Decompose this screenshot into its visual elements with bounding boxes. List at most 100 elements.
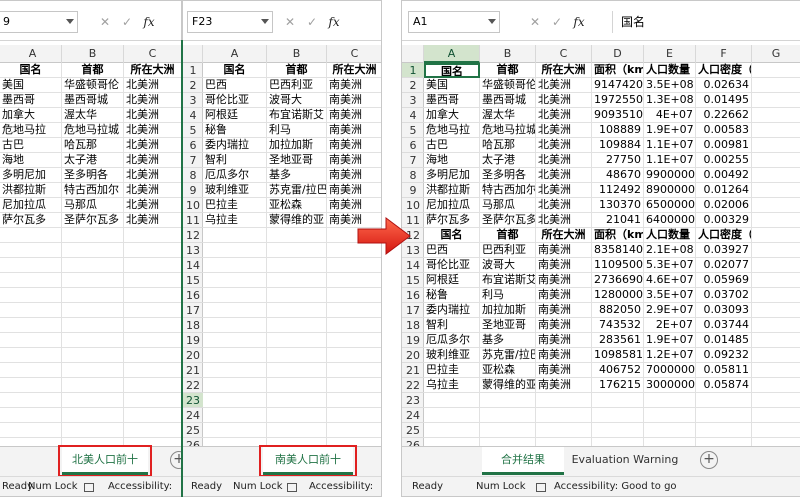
row-header[interactable]: 16 xyxy=(402,288,424,303)
table-cell[interactable]: 南美洲 xyxy=(327,138,381,153)
table-cell[interactable] xyxy=(696,408,752,423)
table-cell[interactable]: 首都 xyxy=(480,63,536,78)
table-cell[interactable]: 北美洲 xyxy=(124,138,181,153)
table-cell[interactable]: 743532 xyxy=(592,318,644,333)
table-cell[interactable]: 智利 xyxy=(203,153,267,168)
table-cell[interactable]: 巴西利亚 xyxy=(480,243,536,258)
table-cell[interactable] xyxy=(62,423,124,438)
table-cell[interactable]: 圣萨尔瓦多 xyxy=(480,213,536,228)
row-header[interactable]: 9 xyxy=(402,183,424,198)
row-header[interactable]: 2 xyxy=(402,78,424,93)
table-cell[interactable] xyxy=(203,288,267,303)
table-cell[interactable]: 危地马拉 xyxy=(424,123,480,138)
confirm-icon[interactable]: ✓ xyxy=(301,13,323,31)
table-cell[interactable]: 176215 xyxy=(592,378,644,393)
table-cell[interactable]: 哥伦比亚 xyxy=(424,258,480,273)
table-cell[interactable] xyxy=(0,228,62,243)
table-cell[interactable] xyxy=(752,198,800,213)
table-cell[interactable] xyxy=(0,273,62,288)
table-cell[interactable]: 美国 xyxy=(0,78,62,93)
table-cell[interactable]: 人口密度（km²/人） xyxy=(696,63,752,78)
row-header[interactable]: 14 xyxy=(183,258,203,273)
table-cell[interactable]: 多明尼加 xyxy=(424,168,480,183)
table-cell[interactable]: 1098581 xyxy=(592,348,644,363)
table-cell[interactable]: 委内瑞拉 xyxy=(424,303,480,318)
table-cell[interactable]: 北美洲 xyxy=(124,168,181,183)
row-header[interactable]: 20 xyxy=(402,348,424,363)
row-header[interactable]: 22 xyxy=(402,378,424,393)
table-cell[interactable] xyxy=(592,408,644,423)
column-header-g[interactable]: G xyxy=(752,45,800,63)
table-cell[interactable]: 北美洲 xyxy=(124,108,181,123)
table-cell[interactable] xyxy=(0,333,62,348)
table-cell[interactable] xyxy=(752,183,800,198)
table-cell[interactable]: 布宜诺斯艾 xyxy=(267,108,327,123)
table-cell[interactable] xyxy=(752,333,800,348)
table-cell[interactable] xyxy=(267,318,327,333)
table-cell[interactable]: 南美洲 xyxy=(327,123,381,138)
row-header[interactable]: 9 xyxy=(183,183,203,198)
insert-function-icon[interactable]: fx xyxy=(138,13,160,31)
table-cell[interactable] xyxy=(327,318,381,333)
table-cell[interactable] xyxy=(327,363,381,378)
row-header[interactable]: 21 xyxy=(402,363,424,378)
table-cell[interactable] xyxy=(124,303,181,318)
table-cell[interactable] xyxy=(644,423,696,438)
table-cell[interactable]: 北美洲 xyxy=(124,183,181,198)
table-cell[interactable] xyxy=(752,153,800,168)
status-accessibility[interactable]: Accessibility: xyxy=(108,480,172,494)
table-cell[interactable]: 0.09232 xyxy=(696,348,752,363)
table-cell[interactable]: 0.02006 xyxy=(696,198,752,213)
row-header[interactable]: 10 xyxy=(183,198,203,213)
table-cell[interactable] xyxy=(267,348,327,363)
table-cell[interactable]: 面积（km²） xyxy=(592,63,644,78)
table-cell[interactable]: 海地 xyxy=(0,153,62,168)
confirm-icon[interactable]: ✓ xyxy=(116,13,138,31)
table-cell[interactable]: 北美洲 xyxy=(536,213,592,228)
table-cell[interactable]: 加拿大 xyxy=(424,108,480,123)
table-cell[interactable] xyxy=(62,228,124,243)
table-cell[interactable]: 南美洲 xyxy=(536,243,592,258)
chevron-down-icon[interactable] xyxy=(488,19,496,24)
table-cell[interactable]: 马那瓜 xyxy=(480,198,536,213)
cancel-icon[interactable]: ✕ xyxy=(279,13,301,31)
table-cell[interactable]: 北美洲 xyxy=(536,138,592,153)
table-cell[interactable]: 8358140 xyxy=(592,243,644,258)
table-cell[interactable] xyxy=(203,378,267,393)
table-cell[interactable] xyxy=(62,303,124,318)
table-cell[interactable]: 北美洲 xyxy=(124,198,181,213)
table-cell[interactable]: 0.00583 xyxy=(696,123,752,138)
column-header-e[interactable]: E xyxy=(644,45,696,63)
table-cell[interactable] xyxy=(424,408,480,423)
table-cell[interactable]: 华盛顿哥伦 xyxy=(62,78,124,93)
table-cell[interactable] xyxy=(124,423,181,438)
table-cell[interactable] xyxy=(536,393,592,408)
table-cell[interactable]: 首都 xyxy=(62,63,124,78)
table-cell[interactable] xyxy=(327,258,381,273)
table-cell[interactable] xyxy=(480,408,536,423)
column-header-a[interactable]: A xyxy=(424,45,480,63)
formula-input[interactable]: 国名 xyxy=(612,11,798,33)
table-cell[interactable]: 所在大洲 xyxy=(536,63,592,78)
table-cell[interactable]: 利马 xyxy=(480,288,536,303)
table-cell[interactable] xyxy=(124,378,181,393)
table-cell[interactable]: 南美洲 xyxy=(536,318,592,333)
table-cell[interactable]: 太子港 xyxy=(62,153,124,168)
table-cell[interactable]: 3.5E+07 xyxy=(644,288,696,303)
table-cell[interactable]: 南美洲 xyxy=(536,273,592,288)
table-cell[interactable]: 南美洲 xyxy=(327,78,381,93)
column-header-c[interactable]: C xyxy=(327,45,381,63)
table-cell[interactable] xyxy=(0,243,62,258)
row-header[interactable]: 18 xyxy=(402,318,424,333)
row-header[interactable]: 23 xyxy=(183,393,203,408)
table-cell[interactable]: 巴西 xyxy=(424,243,480,258)
table-cell[interactable]: 萨尔瓦多 xyxy=(424,213,480,228)
table-cell[interactable] xyxy=(327,303,381,318)
table-cell[interactable]: 9093510 xyxy=(592,108,644,123)
table-cell[interactable]: 北美洲 xyxy=(536,153,592,168)
table-cell[interactable]: 哈瓦那 xyxy=(62,138,124,153)
table-cell[interactable] xyxy=(62,378,124,393)
table-cell[interactable]: 2.9E+07 xyxy=(644,303,696,318)
table-cell[interactable]: 1109500 xyxy=(592,258,644,273)
table-cell[interactable]: 阿根廷 xyxy=(424,273,480,288)
